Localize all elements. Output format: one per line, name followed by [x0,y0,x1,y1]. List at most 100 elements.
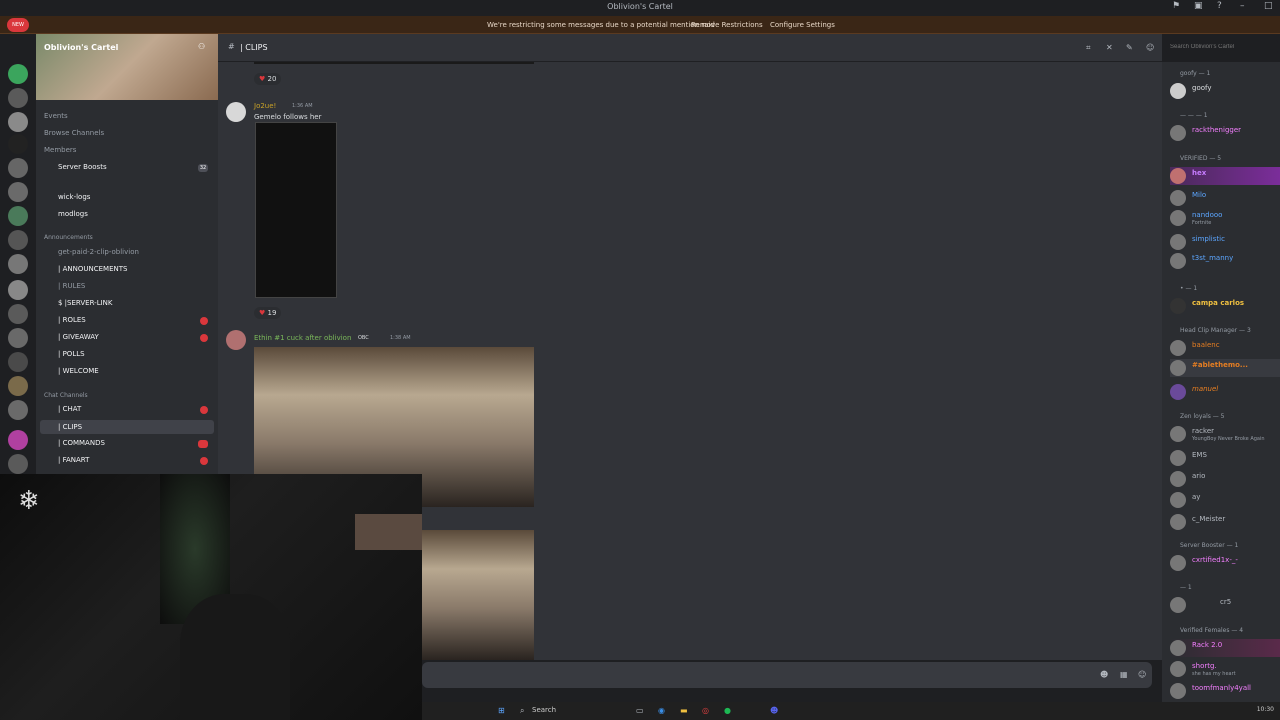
channel-welcome[interactable]: | WELCOME [58,367,99,375]
remove-restrictions-button[interactable]: Remove Restrictions [691,21,763,29]
image-attachment[interactable] [255,122,337,298]
message-author[interactable]: Jo2ue! [254,102,276,110]
threads-icon[interactable]: ⌗ [1086,43,1091,53]
channel-sidebar: Oblivion's Cartel ⚇ Events Browse Channe… [36,34,218,474]
screen-icon[interactable]: ▣ [1194,1,1203,11]
server-name[interactable]: Oblivion's Cartel [44,43,118,52]
server-icon[interactable] [8,230,28,250]
member-item[interactable]: simplistic [1170,233,1280,251]
server-icon[interactable] [8,254,28,274]
previous-attachment [254,62,534,64]
member-item[interactable]: goofy [1170,82,1280,100]
member-item[interactable]: ay [1170,491,1280,509]
server-icon[interactable] [8,206,28,226]
taskbar-search[interactable]: Search [532,706,556,714]
configure-settings-button[interactable]: Configure Settings [770,21,835,29]
sidebar-item-browse-channels[interactable]: Browse Channels [44,129,104,137]
spotify-icon[interactable]: ● [724,706,731,715]
member-item[interactable]: Rack 2.0 [1170,639,1280,657]
member-item[interactable]: nandooo Fortnite [1170,209,1280,227]
gift-icon[interactable]: ☻ [1100,670,1108,679]
member-item[interactable]: #ablethemo... [1170,359,1280,377]
server-icon[interactable] [8,158,28,178]
mute-icon[interactable]: ✕ [1106,43,1113,52]
search-icon[interactable]: ⌕ [520,706,524,716]
server-icon[interactable] [8,328,28,348]
member-item[interactable]: EMS [1170,449,1280,467]
member-item[interactable]: toomfmanly4yall [1170,682,1280,700]
channel-rules[interactable]: | RULES [58,282,85,290]
channel-clips[interactable]: | CLIPS [58,423,82,431]
member-list-icon[interactable]: ☺ [1146,43,1154,52]
invite-icon[interactable]: ⚇ [198,42,205,51]
category-chat-channels[interactable]: Chat Channels [44,392,88,399]
server-icon[interactable] [8,430,28,450]
member-item[interactable]: campa carlos [1170,297,1280,315]
channel-server-link[interactable]: $ |SERVER-LINK [58,299,113,307]
new-badge[interactable]: NEW [7,18,29,32]
member-item-hex[interactable]: hex [1170,167,1280,185]
server-icon[interactable] [8,134,28,154]
avatar [1170,360,1186,376]
member-name: ario [1192,472,1206,480]
category-announcements[interactable]: Announcements [44,234,93,241]
server-icon[interactable] [8,182,28,202]
channel-get-paid[interactable]: get-paid-2-clip-oblivion [58,248,139,256]
reaction-button[interactable]: ♥ 20 [254,73,282,85]
message-input[interactable]: ☻ ▦ ☺ [422,662,1152,688]
member-item[interactable]: shortg. she has my heart [1170,660,1280,678]
channel-wick-logs[interactable]: wick-logs [58,193,90,201]
member-item[interactable]: racker YoungBoy Never Broke Again [1170,425,1280,443]
search-input[interactable] [1166,40,1278,54]
server-icon[interactable] [8,88,28,108]
member-item[interactable]: ario [1170,470,1280,488]
maximize-icon[interactable]: □ [1264,1,1273,11]
server-icon[interactable] [8,352,28,372]
member-item[interactable]: rackthenigger [1170,124,1280,142]
folder-icon[interactable]: ▬ [680,706,688,715]
channel-commands[interactable]: | COMMANDS [58,439,105,447]
edge-icon[interactable]: ◉ [658,706,665,715]
windows-start-icon[interactable]: ⊞ [498,706,505,715]
channel-fanart[interactable]: | FANART [58,456,89,464]
server-icon[interactable] [8,454,28,474]
member-item[interactable]: cr5 [1170,596,1280,614]
channel-polls[interactable]: | POLLS [58,350,85,358]
member-name: Rack 2.0 [1192,641,1223,649]
sticker-icon[interactable]: ▦ [1120,670,1128,679]
emoji-icon[interactable]: ☺ [1138,670,1146,679]
pin-icon[interactable]: ✎ [1126,43,1133,52]
server-icon[interactable] [8,112,28,132]
server-icon[interactable] [8,376,28,396]
member-item[interactable]: cxrtified1x-_- [1170,554,1280,572]
channel-announcements[interactable]: | ANNOUNCEMENTS [58,265,127,273]
member-item[interactable]: manuel [1170,383,1280,401]
sidebar-item-server-boosts[interactable]: Server Boosts [58,163,107,171]
channel-giveaway[interactable]: | GIVEAWAY [58,333,99,341]
channel-modlogs[interactable]: modlogs [58,210,88,218]
channel-chat[interactable]: | CHAT [58,405,81,413]
server-icon[interactable] [8,280,28,300]
inbox-icon[interactable]: ⚑ [1172,1,1180,11]
server-icon[interactable] [8,400,28,420]
reaction-button[interactable]: ♥ 19 [254,307,282,319]
member-item[interactable]: t3st_manny [1170,252,1280,270]
channel-roles[interactable]: | ROLES [58,316,86,324]
server-icon[interactable] [8,304,28,324]
member-item[interactable]: c_Meister [1170,513,1280,531]
member-item[interactable]: Milo [1170,189,1280,207]
sidebar-item-events[interactable]: Events [44,112,68,120]
member-item[interactable]: baalenc [1170,339,1280,357]
help-icon[interactable]: ? [1217,1,1222,11]
video-attachment[interactable] [422,530,534,660]
minimize-icon[interactable]: – [1240,1,1245,11]
discord-icon[interactable]: ☻ [770,706,778,715]
message-author[interactable]: Ethin #1 cuck after oblivion [254,334,351,342]
avatar[interactable] [226,330,246,350]
avatar[interactable] [226,102,246,122]
server-icon[interactable] [8,64,28,84]
sidebar-item-members[interactable]: Members [44,146,76,154]
app-icon[interactable]: ▭ [636,706,644,715]
chrome-icon[interactable]: ◎ [702,706,709,715]
member-name: rackthenigger [1192,126,1242,134]
